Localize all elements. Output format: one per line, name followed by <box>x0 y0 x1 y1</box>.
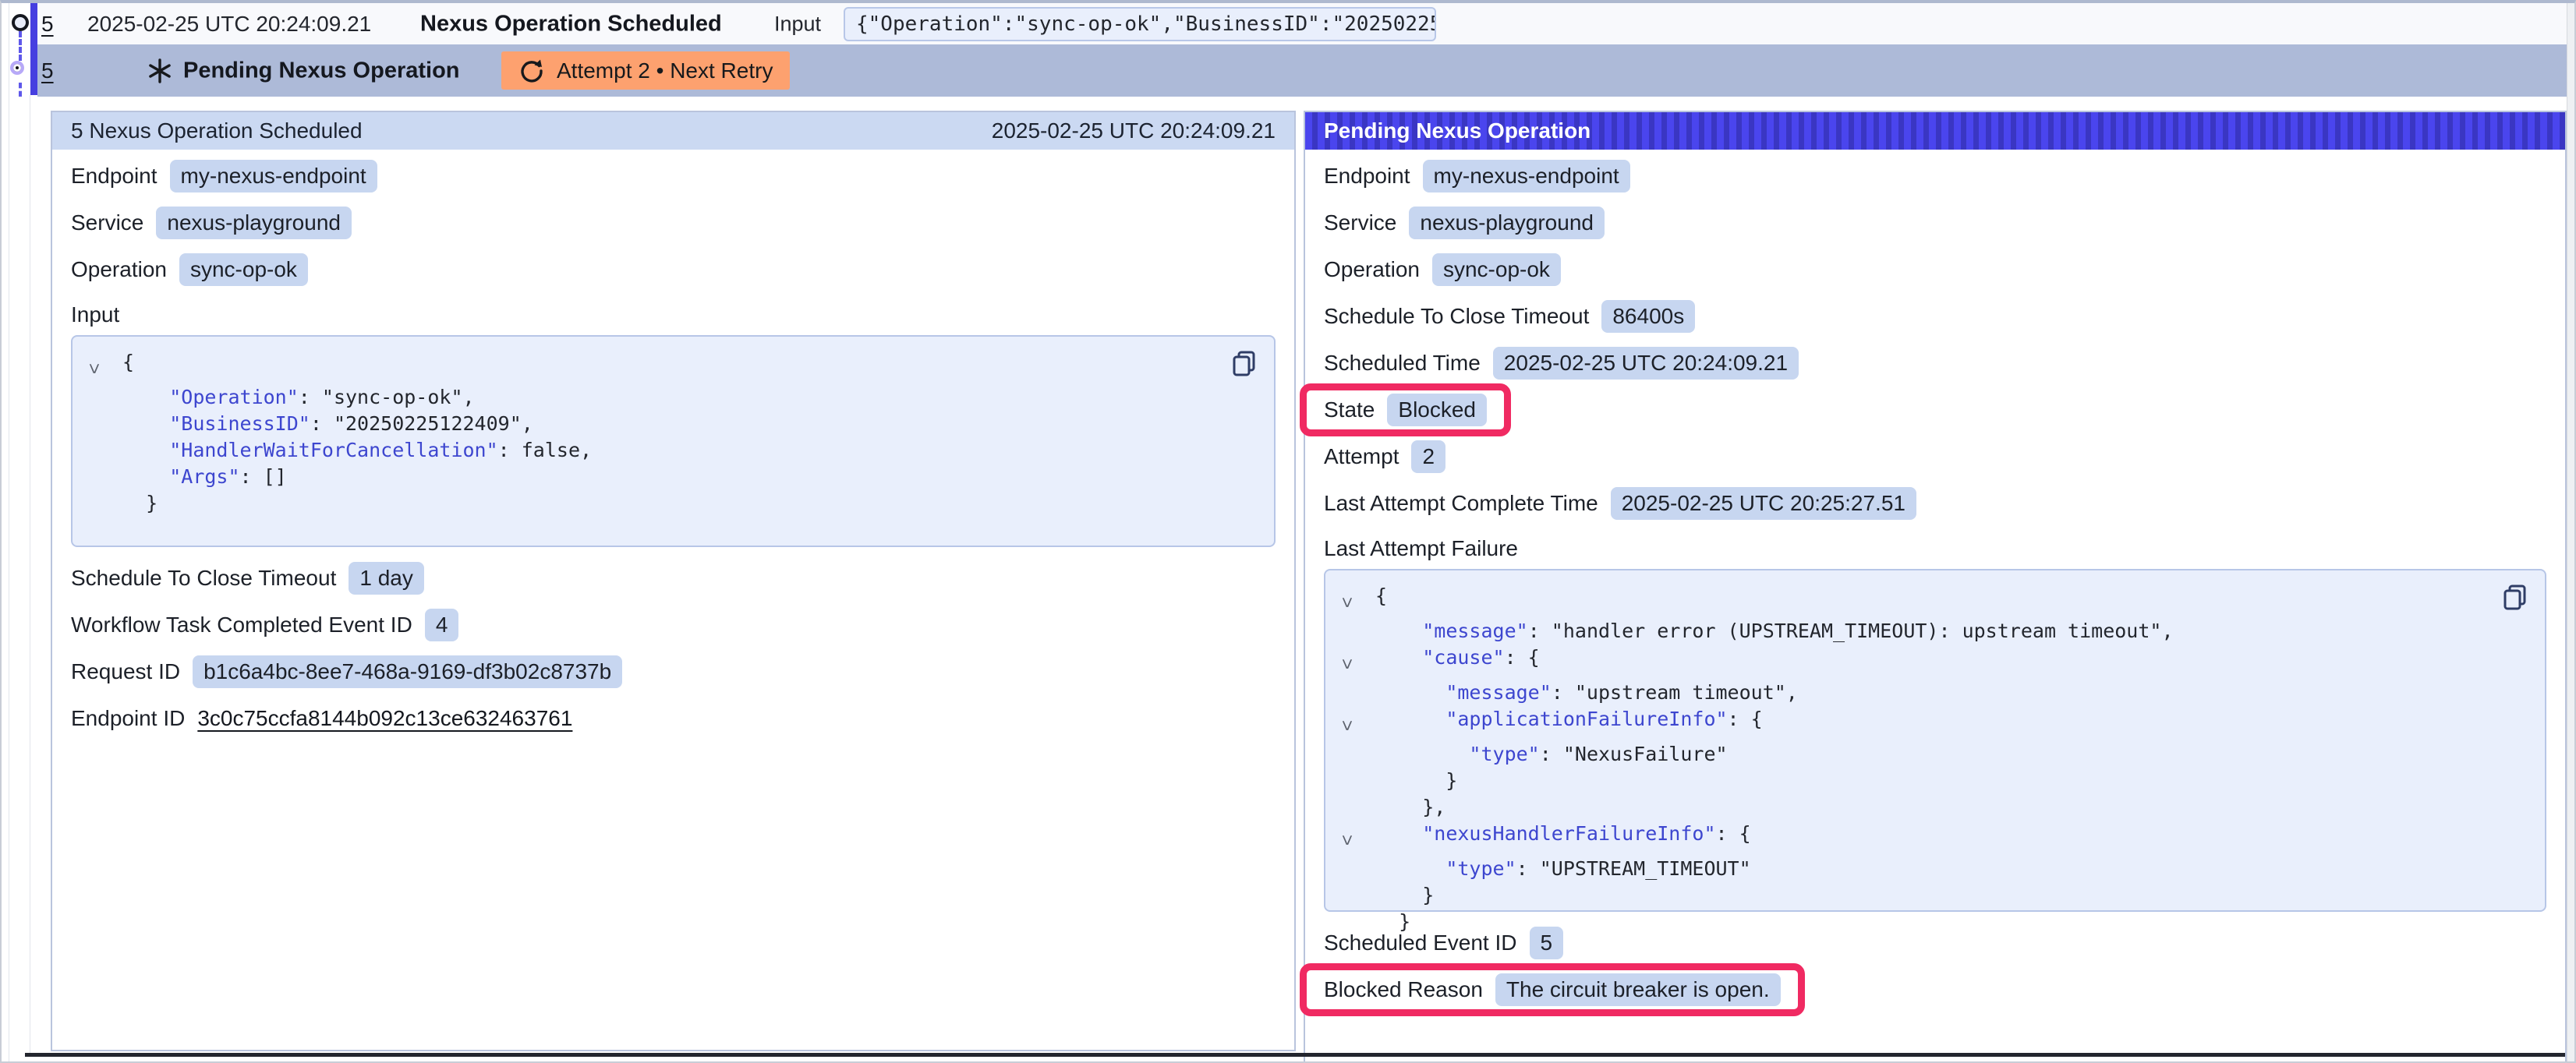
field-label: Workflow Task Completed Event ID <box>71 613 412 637</box>
field-row-attempt: Attempt 2 <box>1324 440 2546 474</box>
field-row-endpoint: Endpoint my-nexus-endpoint <box>1324 159 2546 193</box>
copy-icon[interactable] <box>2501 583 2529 611</box>
field-row-last-attempt-complete-time: Last Attempt Complete Time 2025-02-25 UT… <box>1324 486 2546 521</box>
event-input-preview-chip[interactable]: {"Operation":"sync-op-ok","BusinessID":"… <box>844 7 1436 41</box>
review-annotation-blocked-reason: Blocked Reason The circuit breaker is op… <box>1300 963 1805 1016</box>
row-bottom-divider <box>25 1053 2565 1057</box>
field-value-badge: sync-op-ok <box>179 253 308 286</box>
field-value-badge: 86400s <box>1601 300 1695 333</box>
timeline-node-current-icon <box>10 61 24 75</box>
json-content: >{ "Operation": "sync-op-ok", "BusinessI… <box>88 349 1258 517</box>
event-input-label: Input <box>774 12 821 36</box>
pending-operation-panel: Pending Nexus Operation Endpoint my-nexu… <box>1304 111 2567 1063</box>
field-label: Service <box>1324 210 1396 235</box>
field-label: Last Attempt Complete Time <box>1324 491 1598 516</box>
input-json-viewer: >{ "Operation": "sync-op-ok", "BusinessI… <box>71 335 1276 547</box>
field-row-endpoint-id: Endpoint ID 3c0c75ccfa8144b092c13ce63246… <box>71 701 1276 736</box>
endpoint-id-link[interactable]: 3c0c75ccfa8144b092c13ce632463761 <box>197 706 572 731</box>
timeline-dashed-connector <box>19 31 22 61</box>
field-label: State <box>1324 397 1375 422</box>
blocked-reason-badge: The circuit breaker is open. <box>1495 973 1781 1006</box>
field-label: Scheduled Time <box>1324 351 1481 376</box>
field-row-operation: Operation sync-op-ok <box>71 253 1276 287</box>
pending-operation-row[interactable]: 5 Pending Nexus Operation Attempt 2 • Ne… <box>37 44 2568 97</box>
timeline-node-open-icon <box>12 14 29 31</box>
field-value-badge: my-nexus-endpoint <box>1423 160 1630 192</box>
event-name: Nexus Operation Scheduled <box>420 11 722 37</box>
event-detail-panel-header: 5 Nexus Operation Scheduled 2025-02-25 U… <box>52 112 1294 150</box>
event-timestamp: 2025-02-25 UTC 20:24:09.21 <box>87 12 371 37</box>
event-row[interactable]: 5 2025-02-25 UTC 20:24:09.21 Nexus Opera… <box>37 3 2568 44</box>
field-row-blocked-reason: Blocked Reason The circuit breaker is op… <box>1324 973 1781 1007</box>
panel-title: 5 Nexus Operation Scheduled <box>71 118 363 143</box>
field-label: Blocked Reason <box>1324 977 1483 1002</box>
event-id-link[interactable]: 5 <box>41 12 54 37</box>
field-row-state: State Blocked <box>1324 393 1487 427</box>
pending-operation-name: Pending Nexus Operation <box>183 58 460 83</box>
field-label: Service <box>71 210 143 235</box>
collapse-chevron-icon[interactable]: > <box>1333 597 1360 608</box>
field-label: Schedule To Close Timeout <box>71 566 336 591</box>
field-label: Endpoint <box>1324 164 1410 189</box>
selected-row-accent-bar <box>30 3 37 95</box>
field-label: Operation <box>1324 257 1420 282</box>
field-row-service: Service nexus-playground <box>71 206 1276 240</box>
field-label: Endpoint <box>71 164 157 189</box>
field-label: Endpoint ID <box>71 706 185 731</box>
panel-timestamp: 2025-02-25 UTC 20:24:09.21 <box>992 118 1276 143</box>
failure-json-viewer: >{ "message": "handler error (UPSTREAM_T… <box>1324 569 2546 912</box>
field-value-badge: my-nexus-endpoint <box>170 160 377 192</box>
vertical-scrollbar[interactable] <box>2567 3 2574 1063</box>
failure-section-label: Last Attempt Failure <box>1324 533 2546 564</box>
field-row-schedule-to-close-timeout: Schedule To Close Timeout 86400s <box>1324 299 2546 334</box>
collapse-chevron-icon[interactable]: > <box>1333 720 1360 731</box>
field-label: Operation <box>71 257 167 282</box>
field-value-badge: 2025-02-25 UTC 20:25:27.51 <box>1611 487 1916 520</box>
pending-operation-panel-header: Pending Nexus Operation <box>1305 112 2565 150</box>
collapse-chevron-icon[interactable]: > <box>80 363 107 374</box>
field-row-endpoint: Endpoint my-nexus-endpoint <box>71 159 1276 193</box>
retry-badge-label: Attempt 2 • Next Retry <box>557 58 773 83</box>
field-row-operation: Operation sync-op-ok <box>1324 253 2546 287</box>
json-content: >{ "message": "handler error (UPSTREAM_T… <box>1341 583 2529 935</box>
temporal-event-history: 5 2025-02-25 UTC 20:24:09.21 Nexus Opera… <box>0 0 2576 1063</box>
field-value-badge: 2025-02-25 UTC 20:24:09.21 <box>1493 347 1799 380</box>
collapse-chevron-icon[interactable]: > <box>1333 659 1360 669</box>
field-value-badge: 2 <box>1411 440 1445 473</box>
collapse-chevron-icon[interactable]: > <box>1333 835 1360 846</box>
field-value-badge: nexus-playground <box>156 207 352 239</box>
asterisk-icon <box>147 58 173 84</box>
field-value-badge: sync-op-ok <box>1432 253 1561 286</box>
review-annotation-state: State Blocked <box>1300 383 1511 436</box>
field-value-badge: 1 day <box>349 562 424 595</box>
field-row-request-id: Request ID b1c6a4bc-8ee7-468a-9169-df3b0… <box>71 655 1276 689</box>
field-row-service: Service nexus-playground <box>1324 206 2546 240</box>
field-label: Attempt <box>1324 444 1399 469</box>
retry-status-badge: Attempt 2 • Next Retry <box>501 51 790 90</box>
state-badge: Blocked <box>1387 394 1487 426</box>
input-section-label: Input <box>71 299 1276 330</box>
panel-title: Pending Nexus Operation <box>1324 118 1591 143</box>
field-row-scheduled-time: Scheduled Time 2025-02-25 UTC 20:24:09.2… <box>1324 346 2546 380</box>
pending-id-link[interactable]: 5 <box>41 58 54 83</box>
retry-icon <box>518 58 545 84</box>
field-value-badge: nexus-playground <box>1409 207 1605 239</box>
field-value-badge: 4 <box>425 609 459 641</box>
copy-icon[interactable] <box>1230 349 1258 377</box>
event-detail-panel: 5 Nexus Operation Scheduled 2025-02-25 U… <box>51 111 1296 1051</box>
field-label: Schedule To Close Timeout <box>1324 304 1589 329</box>
timeline-dashed-connector <box>19 83 22 97</box>
field-row-schedule-to-close-timeout: Schedule To Close Timeout 1 day <box>71 561 1276 595</box>
field-label: Request ID <box>71 659 180 684</box>
field-value-badge: b1c6a4bc-8ee7-468a-9169-df3b02c8737b <box>193 655 622 688</box>
field-row-workflow-task-completed-event-id: Workflow Task Completed Event ID 4 <box>71 608 1276 642</box>
